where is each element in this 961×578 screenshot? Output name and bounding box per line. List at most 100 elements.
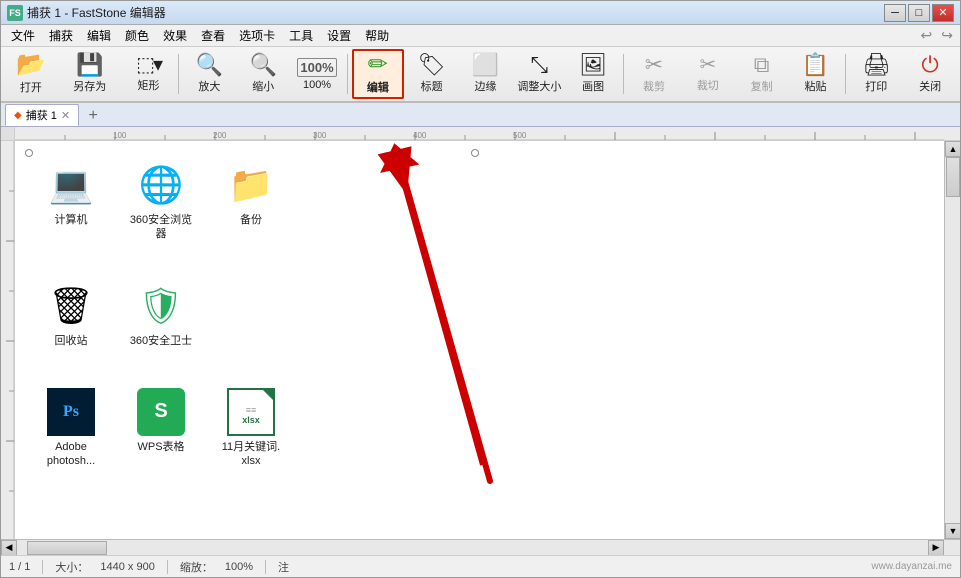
border-icon: ⬜ xyxy=(472,54,499,76)
ruler-vertical xyxy=(1,141,15,539)
crop-button[interactable]: ✂ 裁剪 xyxy=(628,49,680,99)
undo-button[interactable]: ↩ xyxy=(918,27,936,44)
canvas-icon: 🖼 xyxy=(579,54,607,76)
icon-backup-label: 备份 xyxy=(240,213,262,227)
tab-close-button[interactable]: ✕ xyxy=(61,109,70,122)
tab-diamond-icon: ◆ xyxy=(14,110,22,121)
icon-recycle: 🗑 回收站 xyxy=(35,282,107,348)
icon-360browser-label: 360安全浏览器 xyxy=(130,213,192,242)
undo-redo-group: ↩ ↪ xyxy=(918,27,956,44)
menu-file[interactable]: 文件 xyxy=(5,25,41,46)
zoom-value: 100% xyxy=(225,561,253,573)
toolbar-sep-4 xyxy=(845,54,846,94)
close-doc-button[interactable]: ⏻ 关闭 xyxy=(904,49,956,99)
zoom-in-icon: 🔍 xyxy=(196,54,223,76)
scroll-down-button[interactable]: ▼ xyxy=(945,523,960,539)
scrollbar-vertical[interactable]: ▲ ▼ xyxy=(944,141,960,539)
new-tab-button[interactable]: + xyxy=(83,106,103,126)
canvas-area: 💻 计算机 🌐 360安全浏览器 📁 备份 🗑 xyxy=(15,141,944,539)
minimize-button[interactable]: ─ xyxy=(884,4,906,22)
icon-wps-label: WPS表格 xyxy=(137,440,184,454)
status-divider-2 xyxy=(167,560,168,574)
menu-color[interactable]: 颜色 xyxy=(119,25,155,46)
paste-button[interactable]: 📋 粘贴 xyxy=(790,49,842,99)
page-info: 1 / 1 xyxy=(9,561,30,573)
scroll-track-h[interactable] xyxy=(17,541,928,555)
menu-effect[interactable]: 效果 xyxy=(157,25,193,46)
icon-backup: 📁 备份 xyxy=(215,161,287,242)
size-label: 大小： xyxy=(55,559,88,575)
marker-top-left xyxy=(25,149,33,157)
scroll-track-v[interactable] xyxy=(945,157,960,523)
redo-button[interactable]: ↪ xyxy=(938,27,956,44)
toolbar: 📂 打开 💾 另存为 ⬚▾ 矩形 🔍 放大 🔍 缩小 100% 100% xyxy=(1,47,960,103)
print-button[interactable]: 🖨 打印 xyxy=(850,49,902,99)
icon-xlsx-label: 11月关键词.xlsx xyxy=(222,440,280,469)
menu-tool[interactable]: 工具 xyxy=(283,25,319,46)
icon-computer: 💻 计算机 xyxy=(35,161,107,242)
scrollbar-horizontal[interactable]: ◀ ▶ xyxy=(1,539,960,555)
scroll-right-button[interactable]: ▶ xyxy=(928,540,944,556)
menu-help[interactable]: 帮助 xyxy=(359,25,395,46)
photoshop-badge: Ps xyxy=(47,388,95,436)
menu-capture[interactable]: 捕获 xyxy=(43,25,79,46)
scroll-thumb-v[interactable] xyxy=(946,157,960,197)
print-icon: 🖨 xyxy=(862,54,890,76)
open-button[interactable]: 📂 打开 xyxy=(5,49,57,99)
menu-setting[interactable]: 设置 xyxy=(321,25,357,46)
toolbar-sep-2 xyxy=(347,54,348,94)
svg-text:500: 500 xyxy=(513,131,527,140)
icon-xlsx: ≡≡ xlsx 11月关键词.xlsx xyxy=(215,388,287,469)
close-window-button[interactable]: ✕ xyxy=(932,4,954,22)
tab-label: 捕获 1 xyxy=(26,107,57,123)
copy-button[interactable]: ⧉ 复制 xyxy=(736,49,788,99)
tab-capture1[interactable]: ◆ 捕获 1 ✕ xyxy=(5,104,79,126)
menu-view[interactable]: 查看 xyxy=(195,25,231,46)
menu-edit[interactable]: 编辑 xyxy=(81,25,117,46)
zoom-out-icon: 🔍 xyxy=(249,54,276,76)
icon-360guard: 🛡 360安全卫士 xyxy=(125,282,197,348)
ruler-top-right xyxy=(944,127,960,140)
zoom-100-icon: 100% xyxy=(297,58,336,77)
resize-button[interactable]: ⤡ 调整大小 xyxy=(513,49,565,99)
note-label: 注 xyxy=(278,559,289,575)
icon-360guard-label: 360安全卫士 xyxy=(130,334,192,348)
rect-icon: ⬚▾ xyxy=(136,55,161,75)
edit-icon: ✏ xyxy=(368,53,388,77)
app-icon: FS xyxy=(7,5,23,21)
window-title: 捕获 1 - FastStone 编辑器 xyxy=(27,4,884,21)
watermark: www.dayanzai.me xyxy=(871,561,952,572)
status-divider-1 xyxy=(42,560,43,574)
label-button[interactable]: 🏷 标题 xyxy=(406,49,458,99)
resize-icon: ⤡ xyxy=(531,54,549,76)
zoom-in-button[interactable]: 🔍 放大 xyxy=(183,49,235,99)
wps-badge: S xyxy=(137,388,185,436)
border-button[interactable]: ⬜ 边缘 xyxy=(460,49,512,99)
marker-top-right xyxy=(471,149,479,157)
restore-button[interactable]: □ xyxy=(908,4,930,22)
label-icon: 🏷 xyxy=(418,54,446,76)
copy-icon: ⧉ xyxy=(754,54,770,76)
scroll-up-button[interactable]: ▲ xyxy=(945,141,960,157)
icon-360browser: 🌐 360安全浏览器 xyxy=(125,161,197,242)
svg-text:100: 100 xyxy=(113,131,127,140)
tab-bar: ◆ 捕获 1 ✕ + xyxy=(1,103,960,127)
crop-icon: ✂ xyxy=(645,54,663,76)
scroll-thumb-h[interactable] xyxy=(27,541,107,555)
paste-icon: 📋 xyxy=(802,54,829,76)
icon-photoshop-label: Adobephotosh... xyxy=(47,440,95,469)
rect-button[interactable]: ⬚▾ 矩形 xyxy=(123,49,175,99)
status-bar: 1 / 1 大小： 1440 x 900 缩放： 100% 注 www.daya… xyxy=(1,555,960,577)
canvas-button[interactable]: 🖼 画图 xyxy=(567,49,619,99)
menu-tab[interactable]: 选项卡 xyxy=(233,25,281,46)
cut-button[interactable]: ✂ 裁切 xyxy=(682,49,734,99)
scroll-left-button[interactable]: ◀ xyxy=(1,540,17,556)
edit-button[interactable]: ✏ 编辑 xyxy=(352,49,404,99)
icon-computer-label: 计算机 xyxy=(55,213,88,227)
zoom-100-button[interactable]: 100% 100% xyxy=(291,49,343,99)
icon-row-spacer-1 xyxy=(35,252,295,272)
save-as-button[interactable]: 💾 另存为 xyxy=(59,49,121,99)
zoom-out-button[interactable]: 🔍 缩小 xyxy=(237,49,289,99)
icon-row-spacer-2 xyxy=(35,358,295,378)
main-window: FS 捕获 1 - FastStone 编辑器 ─ □ ✕ 文件 捕获 编辑 颜… xyxy=(0,0,961,578)
